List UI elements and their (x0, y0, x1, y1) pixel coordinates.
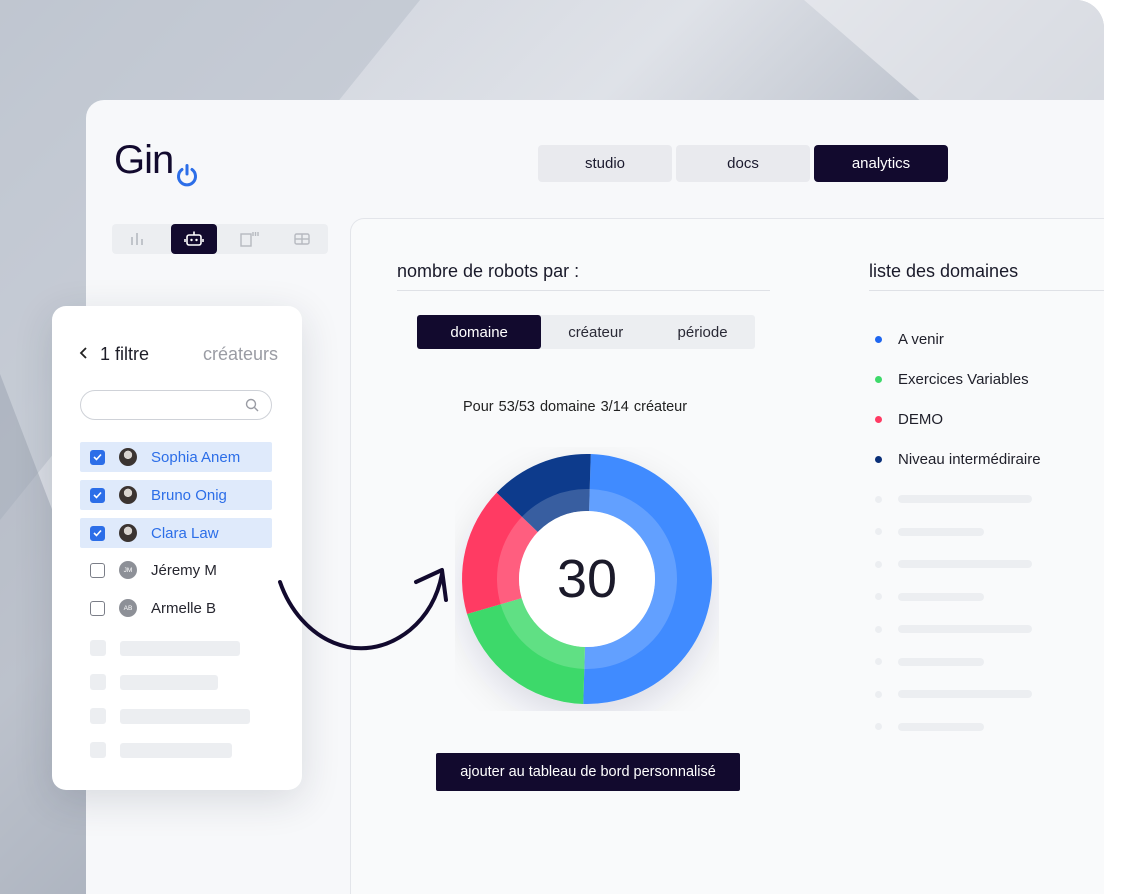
placeholder-row (873, 711, 1032, 744)
creator-row[interactable]: Clara Law (80, 518, 272, 548)
view-robots[interactable] (170, 224, 217, 254)
filter-category[interactable]: créateurs (203, 344, 278, 365)
creator-search-input[interactable] (80, 390, 272, 420)
domain-item[interactable]: A venir (873, 319, 1041, 359)
domain-color-dot (875, 375, 882, 383)
domain-color-dot (875, 415, 882, 423)
checkbox-unchecked[interactable] (90, 562, 105, 578)
divider (397, 290, 770, 291)
placeholder-row (873, 678, 1032, 711)
filter-count: 1 filtre (100, 344, 150, 364)
segment-createur[interactable]: créateur (543, 315, 648, 349)
curved-arrow-icon (278, 568, 448, 651)
chart-section-title: nombre de robots par : (397, 261, 580, 281)
tab-docs[interactable]: docs (676, 145, 810, 182)
domain-item[interactable]: Exercices Variables (873, 359, 1041, 399)
domain-color-dot (875, 335, 882, 343)
logo: Gin (114, 138, 199, 186)
avatar (119, 486, 137, 504)
placeholder-row (873, 516, 1032, 549)
divider (869, 290, 1104, 291)
avatar-initials: JM (119, 561, 137, 579)
placeholder-row (873, 646, 1032, 679)
creator-row[interactable]: AB Armelle B (80, 593, 272, 623)
domain-color-dot (875, 455, 882, 463)
checkbox-checked[interactable] (90, 449, 105, 465)
creator-name: Jéremy M (151, 561, 217, 579)
document-icon (240, 232, 259, 247)
placeholder-row (90, 708, 250, 724)
donut-center-value: 30 (557, 549, 617, 609)
creator-row[interactable]: Bruno Onig (80, 480, 272, 510)
segment-periode[interactable]: période (650, 315, 755, 349)
add-to-dashboard-button[interactable]: ajouter au tableau de bord personnalisé (436, 753, 740, 791)
segment-domaine[interactable]: domaine (417, 315, 542, 349)
tab-studio[interactable]: studio (538, 145, 672, 182)
placeholder-row (873, 613, 1032, 646)
checkbox-checked[interactable] (90, 525, 105, 541)
robot-icon (183, 231, 204, 246)
domain-list-title: liste des domaines (869, 261, 1019, 281)
placeholder-row (90, 674, 218, 690)
creator-name: Clara Law (151, 524, 219, 542)
view-documents[interactable] (223, 224, 276, 254)
domain-item[interactable]: Niveau intermédiraire (873, 439, 1041, 479)
group-by-switch: domaine créateur période (417, 315, 755, 349)
donut-chart: 30 (462, 454, 712, 704)
avatar-initials: AB (119, 599, 137, 617)
view-switcher (112, 224, 328, 254)
power-icon (175, 152, 199, 186)
domain-label: A venir (898, 330, 944, 348)
logo-text: Gin (114, 138, 174, 182)
search-icon (245, 398, 259, 417)
domain-label: DEMO (898, 410, 943, 428)
creator-row[interactable]: Sophia Anem (80, 442, 272, 472)
creator-name: Bruno Onig (151, 486, 227, 504)
bar-chart-icon (131, 233, 144, 245)
placeholder-list (873, 483, 1032, 743)
placeholder-row (90, 742, 232, 758)
view-bar-chart[interactable] (112, 224, 165, 254)
chevron-left-icon[interactable] (78, 344, 88, 365)
avatar (119, 524, 137, 542)
table-icon (293, 233, 310, 245)
creator-name: Sophia Anem (151, 448, 241, 466)
domain-list: A venir Exercices Variables DEMO Niveau … (873, 319, 1041, 479)
domain-item[interactable]: DEMO (873, 399, 1041, 439)
filter-summary: Pour 53/53 domaine 3/14 créateur (463, 399, 688, 415)
avatar (119, 448, 137, 466)
filter-header: 1 filtre créateurs (78, 344, 278, 365)
placeholder-row (873, 581, 1032, 614)
domain-label: Niveau intermédiraire (898, 450, 1041, 468)
analytics-panel: nombre de robots par : domaine créateur … (350, 218, 1104, 894)
top-nav: studio docs analytics (538, 145, 948, 182)
placeholder-row (873, 548, 1032, 581)
creator-name: Armelle B (151, 599, 217, 617)
creator-filter-panel: 1 filtre créateurs Sophia Anem Bruno Oni… (52, 306, 302, 790)
placeholder-row (873, 483, 1032, 516)
tab-analytics[interactable]: analytics (814, 145, 948, 182)
creator-row[interactable]: JM Jéremy M (80, 555, 272, 585)
placeholder-row (90, 640, 240, 656)
checkbox-unchecked[interactable] (90, 600, 105, 616)
checkbox-checked[interactable] (90, 487, 105, 503)
domain-label: Exercices Variables (898, 370, 1029, 388)
view-table[interactable] (275, 224, 328, 254)
stage: Gin studio docs analytics nombre de robo… (0, 0, 1134, 894)
